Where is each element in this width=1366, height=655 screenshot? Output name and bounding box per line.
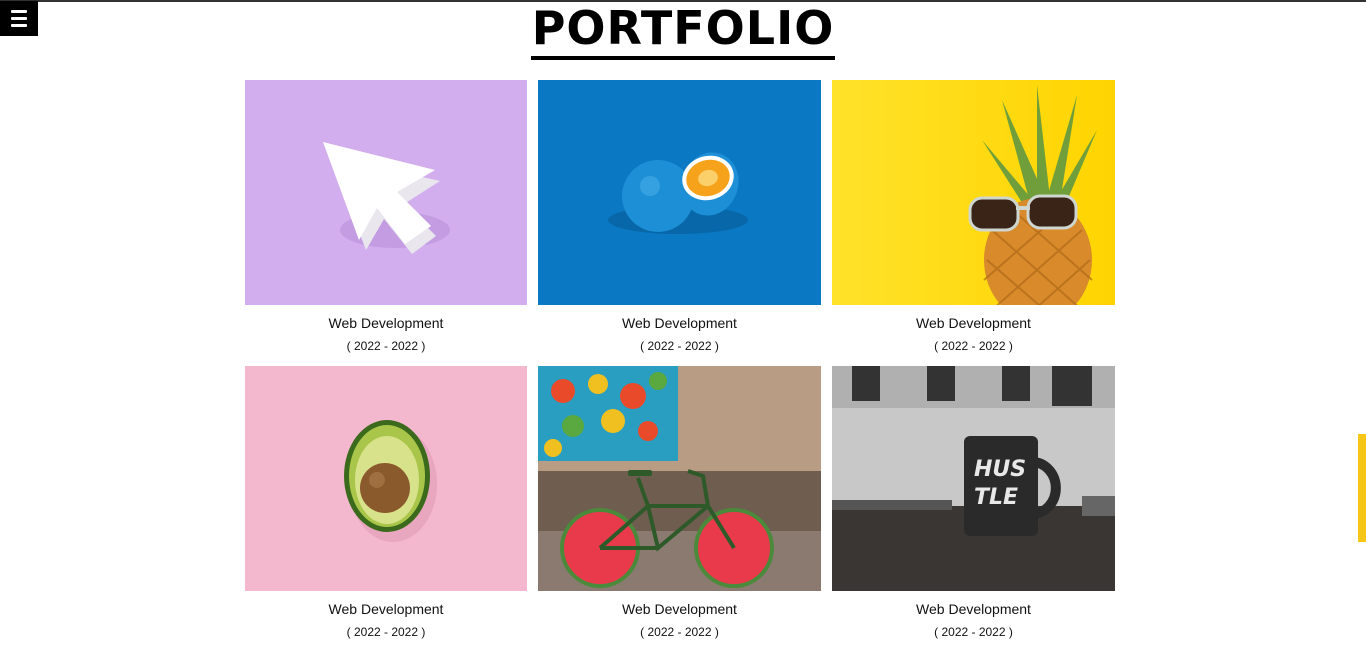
portfolio-image-cursor[interactable]	[245, 80, 527, 305]
portfolio-card[interactable]: Web Development ( 2022 - 2022 )	[538, 80, 821, 366]
portfolio-image-pineapple[interactable]	[832, 80, 1115, 305]
portfolio-card[interactable]: HUS TLE Web Development ( 2022 - 2022 )	[832, 366, 1115, 652]
card-date: ( 2022 - 2022 )	[640, 625, 719, 639]
portfolio-card[interactable]: Web Development ( 2022 - 2022 )	[245, 80, 527, 366]
card-title: Web Development	[916, 315, 1031, 331]
card-title: Web Development	[622, 601, 737, 617]
card-title: Web Development	[328, 601, 444, 617]
card-date: ( 2022 - 2022 )	[934, 625, 1013, 639]
portfolio-image-avocado[interactable]	[245, 366, 527, 591]
svg-text:HUS: HUS	[974, 457, 1026, 482]
card-date: ( 2022 - 2022 )	[346, 339, 426, 353]
card-date: ( 2022 - 2022 )	[640, 339, 719, 353]
page-header: PORTFOLIO	[0, 4, 1366, 60]
portfolio-image-mug[interactable]: HUS TLE	[832, 366, 1115, 591]
card-title: Web Development	[916, 601, 1031, 617]
portfolio-card[interactable]: Web Development ( 2022 - 2022 )	[832, 80, 1115, 366]
card-title: Web Development	[622, 315, 737, 331]
portfolio-image-orange[interactable]	[538, 80, 821, 305]
portfolio-grid: Web Development ( 2022 - 2022 ) Web Deve…	[245, 80, 1115, 652]
side-tab[interactable]	[1358, 434, 1366, 542]
portfolio-image-bicycle[interactable]	[538, 366, 821, 591]
card-date: ( 2022 - 2022 )	[346, 625, 426, 639]
page-title: PORTFOLIO	[530, 4, 836, 60]
portfolio-card[interactable]: Web Development ( 2022 - 2022 )	[245, 366, 527, 652]
card-date: ( 2022 - 2022 )	[934, 339, 1013, 353]
card-title: Web Development	[328, 315, 444, 331]
portfolio-card[interactable]: Web Development ( 2022 - 2022 )	[538, 366, 821, 652]
svg-text:TLE: TLE	[974, 485, 1018, 510]
